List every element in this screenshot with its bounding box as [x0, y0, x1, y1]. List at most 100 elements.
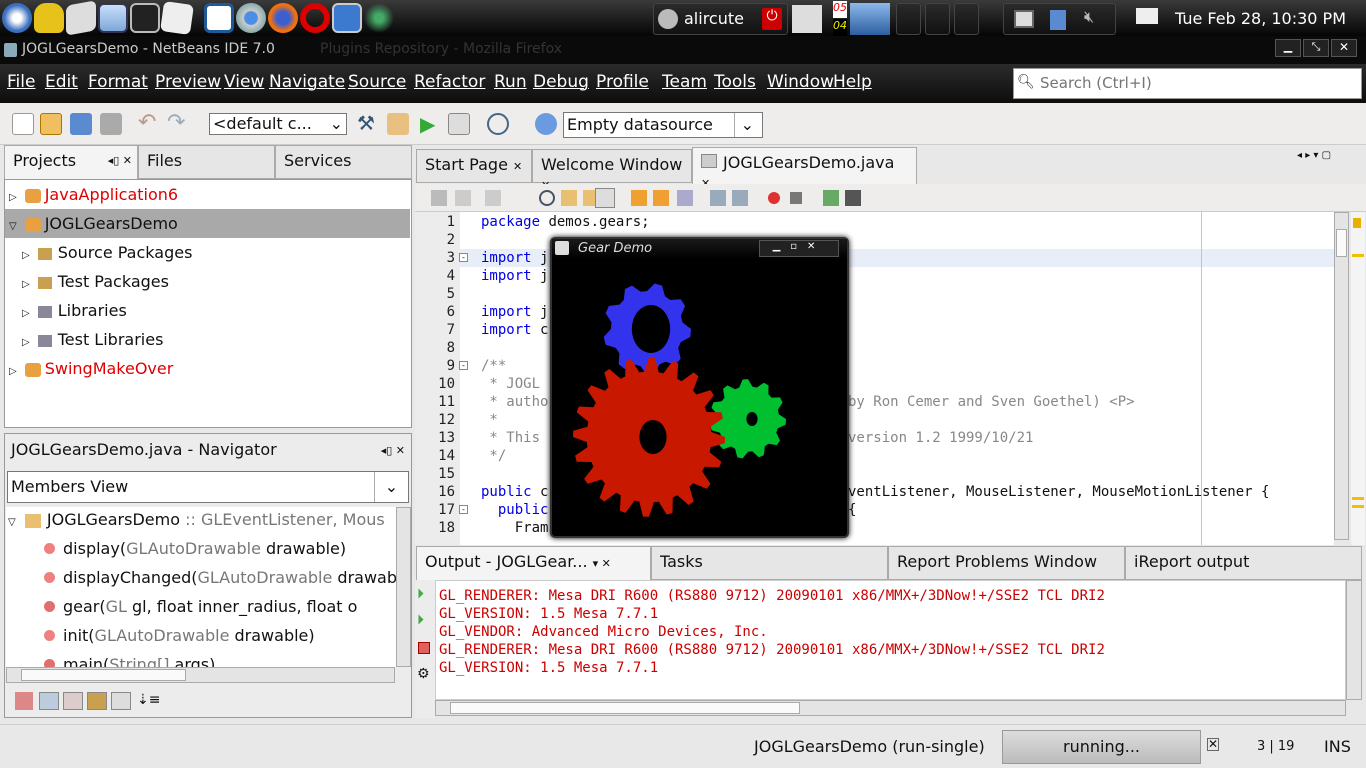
workspace-1[interactable] [896, 3, 921, 35]
clean-build-button[interactable] [387, 113, 409, 135]
static-filter-icon[interactable] [63, 692, 83, 710]
editor-vertical-scrollbar[interactable] [1334, 212, 1349, 540]
close-icon[interactable]: ▾ ✕ [593, 557, 611, 570]
tree-item-javaapplication6[interactable]: ▷ JavaApplication6 [5, 180, 410, 209]
datasource-select[interactable]: Empty datasource ⌄ [563, 112, 763, 138]
chromium-icon[interactable] [236, 3, 266, 33]
back-icon[interactable] [455, 190, 471, 206]
text-editor-icon[interactable] [160, 1, 194, 35]
tab-navigation-controls[interactable]: ◂ ▸ ▾ ▢ [1297, 150, 1331, 161]
toggle-highlight-icon[interactable] [595, 188, 615, 208]
netbeans-icon[interactable] [98, 3, 128, 33]
tab-jogl-gears-demo-java[interactable]: JOGLGearsDemo.java ✕ [692, 147, 917, 190]
member-item[interactable]: gear(GL gl, float inner_radius, float o [44, 597, 357, 616]
menu-navigate[interactable]: Navigate [269, 72, 345, 92]
member-item[interactable]: displayChanged(GLAutoDrawable drawabl [44, 568, 396, 587]
volume-muted-icon[interactable]: 🔇︎ [1084, 7, 1094, 27]
sort-alpha-icon[interactable] [111, 692, 131, 710]
close-button[interactable]: ✕ [1331, 39, 1357, 57]
fields-filter-icon[interactable] [39, 692, 59, 710]
new-file-button[interactable] [12, 113, 34, 135]
member-item[interactable]: display(GLAutoDrawable drawable) [44, 539, 346, 558]
menu-help[interactable]: Help [833, 72, 872, 92]
menu-run[interactable]: Run [494, 72, 527, 92]
search-input[interactable] [1040, 71, 1358, 95]
tab-files[interactable]: Files [138, 145, 275, 179]
battery-icon[interactable] [1050, 10, 1066, 30]
writer-icon[interactable] [204, 3, 234, 33]
gear-demo-title-bar[interactable]: Gear Demo ▁▫✕ [552, 239, 847, 259]
gear-demo-window[interactable]: Gear Demo ▁▫✕ [550, 237, 849, 538]
member-root[interactable]: ▽ JOGLGearsDemo :: GLEventListener, Mous [8, 510, 385, 529]
run-button[interactable]: ▶ [420, 113, 442, 135]
tree-item-source-packages[interactable]: ▷ Source Packages [22, 238, 192, 267]
clock[interactable]: Tue Feb 28, 10:30 PM [1175, 9, 1346, 28]
toggle-bookmark-icon[interactable] [677, 190, 693, 206]
stop-macro-icon[interactable] [790, 192, 802, 204]
previous-bookmark-icon[interactable] [631, 190, 647, 206]
debug-button[interactable] [448, 113, 470, 135]
rerun-icon[interactable]: ⏵ [417, 586, 424, 602]
maximize-button[interactable]: ⤡ [1303, 39, 1329, 57]
teapot-icon[interactable] [34, 3, 64, 33]
member-item[interactable]: init(GLAutoDrawable drawable) [44, 626, 315, 645]
minimize-icon[interactable]: ◂▯ ✕ [108, 154, 132, 167]
tab-report-problems[interactable]: Report Problems Window [888, 546, 1125, 580]
profile-button[interactable] [487, 113, 509, 135]
search-field[interactable]: 🔍︎ [1013, 68, 1362, 99]
new-project-button[interactable] [40, 113, 62, 135]
uncomment-icon[interactable] [845, 190, 861, 206]
menu-view[interactable]: View [224, 72, 264, 92]
menu-file[interactable]: File [7, 72, 35, 92]
stop-icon[interactable] [418, 642, 430, 654]
members-view-select[interactable]: Members View ⌄ [7, 471, 409, 503]
menu-edit[interactable]: Edit [45, 72, 78, 92]
datasource-icon[interactable] [535, 113, 557, 135]
navigator-window-controls[interactable]: ◂▯ ✕ [381, 444, 405, 457]
comment-icon[interactable] [823, 190, 839, 206]
open-project-button[interactable] [70, 113, 92, 135]
config-select[interactable]: <default c... ⌄ [209, 113, 347, 135]
redo-button[interactable]: ↷ [167, 112, 189, 135]
fold-icon[interactable]: - [459, 505, 468, 514]
record-macro-icon[interactable] [768, 192, 780, 204]
find-previous-icon[interactable] [561, 190, 577, 206]
find-icon[interactable] [539, 190, 555, 206]
workspace-2[interactable] [925, 3, 950, 35]
book-icon[interactable] [66, 0, 96, 36]
build-button[interactable]: ⚒ [357, 113, 379, 135]
inherited-members-icon[interactable] [15, 692, 33, 710]
media-player-icon[interactable] [2, 3, 32, 33]
progress-bar[interactable]: running... [1002, 730, 1201, 764]
tab-start-page[interactable]: Start Page ✕ [416, 149, 532, 183]
tab-output[interactable]: Output - JOGLGear... ▾ ✕ [416, 546, 651, 580]
tree-item-swingmakeover[interactable]: ▷ SwingMakeOver [5, 354, 173, 383]
undo-button[interactable]: ↶ [138, 112, 160, 135]
tree-item-libraries[interactable]: ▷ Libraries [22, 296, 127, 325]
shift-right-icon[interactable] [732, 190, 748, 206]
tab-services[interactable]: Services [275, 145, 412, 179]
terminal-icon[interactable] [130, 3, 160, 33]
navigator-vertical-scrollbar[interactable] [396, 507, 411, 667]
plant-icon[interactable] [364, 3, 394, 33]
fold-icon[interactable]: - [459, 253, 468, 262]
workspace-3[interactable] [954, 3, 979, 35]
system-monitor-icon[interactable] [792, 5, 822, 33]
history-icon[interactable] [431, 190, 447, 206]
tree-item-jogl-gears-demo[interactable]: ▽ JOGLGearsDemo [5, 209, 410, 238]
navigator-horizontal-scrollbar[interactable] [6, 667, 395, 683]
menu-format[interactable]: Format [88, 72, 148, 92]
tree-item-test-libraries[interactable]: ▷ Test Libraries [22, 325, 163, 354]
tab-projects[interactable]: Projects ◂▯ ✕ [4, 145, 138, 179]
save-all-button[interactable] [100, 113, 122, 135]
forward-icon[interactable] [485, 190, 501, 206]
power-icon[interactable]: ⏻ [762, 8, 782, 30]
gear-demo-window-controls[interactable]: ▁▫✕ [759, 240, 839, 257]
user-menu[interactable]: alircute ⏻ [653, 3, 788, 35]
rerun-with-params-icon[interactable]: ⏵ [417, 612, 424, 628]
lock-filter-icon[interactable] [87, 692, 107, 710]
tab-tasks[interactable]: Tasks [651, 546, 888, 580]
firefox-icon[interactable] [268, 3, 298, 33]
opera-icon[interactable] [300, 3, 330, 33]
sort-source-icon[interactable]: ⇣≡ [137, 692, 160, 708]
